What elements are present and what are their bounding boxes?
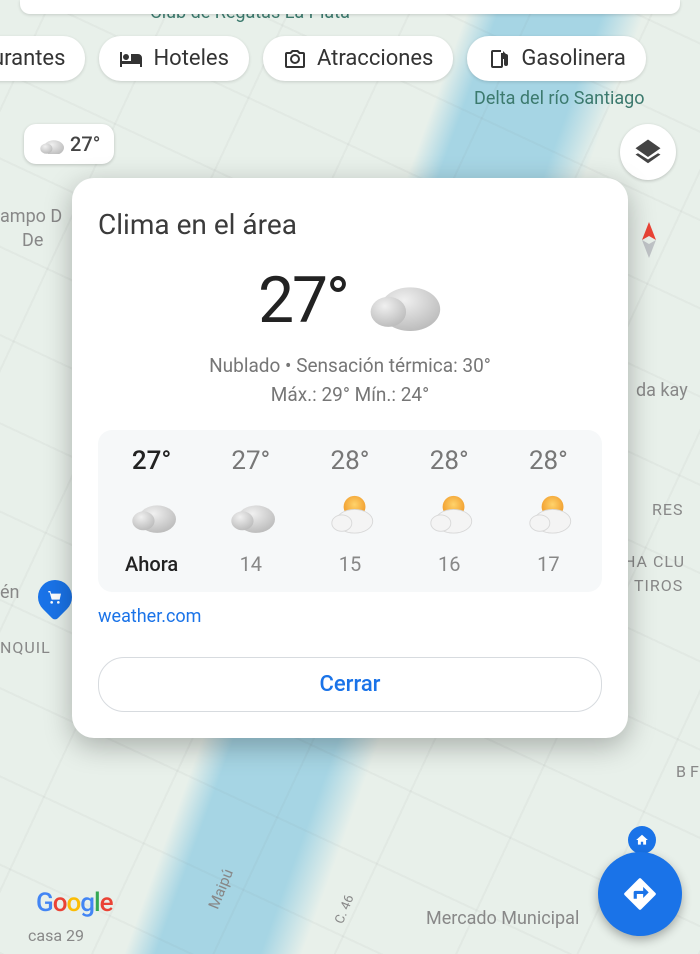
forecast-temp: 27° xyxy=(231,446,270,476)
cloud-icon xyxy=(128,494,176,534)
map-label-bf: B F xyxy=(676,762,699,781)
gas-icon xyxy=(487,47,511,71)
forecast-item: 28° 17 xyxy=(499,446,598,576)
directions-icon xyxy=(621,875,659,913)
map-label-haclub: HA CLU xyxy=(624,552,685,571)
search-bar[interactable] xyxy=(20,0,680,14)
layers-icon xyxy=(633,137,663,167)
map-label-c46: C. 46 xyxy=(332,893,357,926)
weather-badge[interactable]: 27° xyxy=(24,124,114,164)
map-label-res: RES xyxy=(652,500,683,519)
condition-text: Nublado xyxy=(209,354,280,377)
map-label-delta: Delta del río Santiago xyxy=(474,88,645,109)
map-label-en: én xyxy=(0,582,20,603)
forecast-temp: 27° xyxy=(132,446,172,476)
feels-like: Sensación térmica: 30° xyxy=(296,354,491,377)
chip-label: Gasolinera xyxy=(521,46,625,71)
condition-line: Nublado • Sensación térmica: 30° xyxy=(98,354,602,377)
forecast-item: 27° 14 xyxy=(201,446,300,576)
map-label-casa29: casa 29 xyxy=(28,926,84,945)
hourly-forecast[interactable]: 27° Ahora 27° 14 28° 15 28° 16 28° 17 xyxy=(98,430,602,592)
directions-fab[interactable] xyxy=(598,852,682,936)
poi-pin-home[interactable] xyxy=(628,826,656,854)
map-label-tiros: TIROS xyxy=(634,576,683,595)
cloud-icon xyxy=(227,494,275,534)
cart-icon xyxy=(47,589,63,605)
forecast-time: 14 xyxy=(240,552,262,576)
bed-icon xyxy=(119,47,143,71)
cloud-icon xyxy=(38,134,64,154)
forecast-item: 28° 15 xyxy=(300,446,399,576)
chip-attractions[interactable]: Atracciones xyxy=(263,36,453,81)
chip-label: Atracciones xyxy=(317,46,433,71)
map-label-ampoD: ampo D xyxy=(0,206,62,227)
home-icon xyxy=(635,833,649,847)
current-temp: 27° xyxy=(258,263,348,338)
cloud-icon xyxy=(362,271,442,331)
close-button[interactable]: Cerrar xyxy=(98,657,602,712)
forecast-item: 28° 16 xyxy=(400,446,499,576)
forecast-time: 16 xyxy=(438,552,460,576)
forecast-temp: 28° xyxy=(529,446,568,476)
weather-badge-temp: 27° xyxy=(70,132,100,156)
map-label-de: De xyxy=(22,230,43,251)
modal-title: Clima en el área xyxy=(98,208,602,241)
chip-restaurants[interactable]: aurantes xyxy=(0,36,85,81)
camera-icon xyxy=(283,47,307,71)
hi-lo-line: Máx.: 29° Mín.: 24° xyxy=(98,383,602,406)
map-label-mercado: Mercado Municipal xyxy=(426,908,579,929)
forecast-temp: 28° xyxy=(331,446,370,476)
compass-icon[interactable] xyxy=(634,220,664,260)
layers-button[interactable] xyxy=(620,124,676,180)
weather-attribution-link[interactable]: weather.com xyxy=(98,606,602,627)
category-chips: aurantes Hoteles Atracciones Gasolinera xyxy=(0,36,700,81)
forecast-time: Ahora xyxy=(125,552,178,576)
map-label-nquil: NQUIL xyxy=(0,638,51,657)
partly-cloudy-icon xyxy=(425,494,473,534)
chip-hotels[interactable]: Hoteles xyxy=(99,36,248,81)
current-weather: 27° xyxy=(98,263,602,338)
chip-label: aurantes xyxy=(0,46,65,71)
forecast-time: 15 xyxy=(339,552,361,576)
chip-label: Hoteles xyxy=(153,46,228,71)
chip-gas[interactable]: Gasolinera xyxy=(467,36,645,81)
partly-cloudy-icon xyxy=(326,494,374,534)
map-label-kay: da kay xyxy=(636,380,688,401)
forecast-time: 17 xyxy=(537,552,559,576)
partly-cloudy-icon xyxy=(524,494,572,534)
weather-modal: Clima en el área 27° Nublado • Sensación… xyxy=(72,178,628,738)
map-label-maipu: Maipú xyxy=(205,866,237,911)
forecast-temp: 28° xyxy=(430,446,469,476)
forecast-item: 27° Ahora xyxy=(102,446,201,576)
google-logo: Google xyxy=(36,888,113,918)
